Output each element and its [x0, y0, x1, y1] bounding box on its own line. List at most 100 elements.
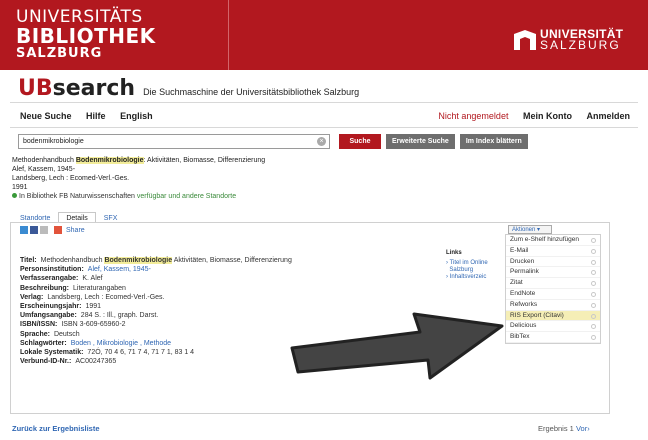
detail-label: Verlag: [20, 293, 44, 301]
nav-my-account[interactable]: Mein Konto [523, 111, 572, 121]
university-logo-line2: SALZBURG [540, 38, 621, 52]
annotation-arrow-icon [290, 312, 504, 380]
record-title-prefix: Methodenhandbuch [12, 157, 74, 164]
record-title-highlight: Bodenmikrobiologie [75, 157, 144, 164]
plus-icon[interactable] [40, 226, 48, 234]
detail-label: Beschreibung: [20, 284, 70, 292]
nav-login[interactable]: Anmelden [586, 111, 630, 121]
brand-tagline: Die Suchmaschine der Universitätsbibliot… [143, 87, 360, 97]
chevron-down-icon: ▾ [537, 227, 541, 233]
detail-value: 72Ó, 70 4 6, 71 7 4, 71 7 1, 83 1 4 [87, 349, 195, 357]
detail-value: ISBN 3-609-65960-2 [61, 321, 126, 329]
actions-menu-item[interactable]: RIS Export (Citavi) [506, 310, 600, 322]
next-result-link[interactable]: Vor› [576, 424, 590, 433]
menu-item-icon [591, 313, 596, 319]
browse-index-button[interactable]: Im Index blättern [459, 134, 528, 149]
navbar-left: Neue Suche Hilfe English [20, 111, 165, 121]
detail-value: 284 S. : Ill., graph. Darst. [80, 312, 159, 320]
actions-menu-item[interactable]: Zum e-Shelf hinzufügen [506, 235, 600, 246]
actions-menu-item-label: E-Mail [510, 246, 529, 254]
detail-row-person: Personsinstitution: Alef, Kassem, 1945- [20, 265, 292, 274]
university-logo[interactable]: UNIVERSITÄT SALZBURG [514, 28, 623, 52]
actions-menu: Zum e-Shelf hinzufügen E-Mail Drucken Perma… [505, 234, 601, 344]
actions-menu-item[interactable]: Delicious [506, 321, 600, 333]
detail-title-prefix: Methodenhandbuch [40, 257, 103, 264]
advanced-search-button[interactable]: Erweiterte Suche [386, 134, 455, 149]
detail-value: Literaturangaben [73, 284, 126, 292]
share-label[interactable]: Share [66, 227, 85, 234]
detail-row-responsibility: Verfasserangabe: K. Alef [20, 274, 292, 283]
link-online-title-label2: Salzburg [449, 267, 474, 273]
login-status: Nicht angemeldet [438, 111, 509, 121]
actions-menu-item[interactable]: Zitat [506, 278, 600, 289]
share-bar: Share [20, 226, 85, 234]
actions-menu-item[interactable]: EndNote [506, 289, 600, 300]
brand-search: search [52, 76, 136, 101]
nav-help[interactable]: Hilfe [86, 111, 106, 121]
links-box: Links › Titel im Online Salzburg › Inhal… [446, 250, 504, 296]
actions-menu-item[interactable]: Refworks [506, 300, 600, 311]
record-authors: Alef, Kassem, 1945- [12, 166, 76, 173]
availability: In Bibliothek FB Naturwissenschaften ver… [12, 192, 265, 201]
detail-value: K. Alef [82, 275, 103, 283]
brand-ub: UB [18, 76, 53, 101]
details-table: Titel: Methodenhandbuch Bodenmikrobiolog… [20, 256, 292, 366]
banner-divider [228, 0, 229, 70]
menu-item-icon [591, 324, 596, 330]
actions-menu-item[interactable]: BibTex [506, 332, 600, 343]
share-icon[interactable] [54, 226, 62, 234]
record-title-suffix: : Aktivitäten, Biomasse, Differenzierung [143, 157, 266, 164]
actions-menu-item-label: RIS Export (Citavi) [510, 311, 564, 319]
facebook-icon[interactable] [30, 226, 38, 234]
library-logo-line3: SALZBURG [16, 46, 103, 61]
record-title[interactable]: Methodenhandbuch Bodenmikrobiologie: Akt… [12, 156, 265, 165]
search-input[interactable]: bodenmikrobiologie × [18, 134, 330, 149]
actions-menu-item-label: Drucken [510, 257, 535, 265]
library-logo-line2: BIBLIOTHEK [16, 24, 156, 48]
detail-label: Erscheinungsjahr: [20, 303, 82, 311]
university-logo-text: UNIVERSITÄT SALZBURG [540, 28, 623, 52]
detail-label: Verbund-ID-Nr.: [20, 358, 72, 366]
main-navbar: Neue Suche Hilfe English Nicht angemelde… [10, 102, 638, 128]
search-query: bodenmikrobiologie [23, 138, 84, 145]
actions-menu-item[interactable]: Permalink [506, 267, 600, 279]
detail-person-link[interactable]: Alef, Kassem, 1945- [88, 265, 151, 274]
actions-menu-item-label: BibTex [510, 333, 530, 341]
link-online-title[interactable]: › Titel im Online Salzburg [446, 260, 504, 274]
twitter-icon[interactable] [20, 226, 28, 234]
nav-new-search[interactable]: Neue Suche [20, 111, 72, 121]
availability-dot-icon [12, 193, 17, 198]
search-row: bodenmikrobiologie × Suche Erweiterte Su… [18, 134, 528, 149]
header-banner: UNIVERSITÄTS BIBLIOTHEK SALZBURG UNIVERS… [0, 0, 648, 70]
link-table-of-contents-label: Inhaltsverzeic [449, 274, 487, 280]
detail-row-classification: Lokale Systematik: 72Ó, 70 4 6, 71 7 4, … [20, 348, 292, 357]
actions-label: Aktionen [512, 227, 536, 233]
detail-keywords-link[interactable]: Boden , Mikrobiologie , Methode [71, 339, 171, 348]
library-logo[interactable]: UNIVERSITÄTS BIBLIOTHEK SALZBURG [16, 8, 156, 61]
link-table-of-contents[interactable]: › Inhaltsverzeic [446, 274, 504, 281]
availability-link[interactable]: verfügbar und andere Standorte [137, 193, 236, 200]
detail-row-union-id: Verbund-ID-Nr.: AC00247365 [20, 357, 292, 366]
actions-menu-item-label: EndNote [510, 289, 536, 297]
menu-item-icon [591, 302, 596, 308]
ubsearch-brand[interactable]: UB search Die Suchmaschine der Universitä… [18, 76, 359, 101]
detail-title-highlight: Bodenmikrobiologie [104, 257, 173, 264]
actions-menu-item-label: Delicious [510, 322, 537, 330]
link-online-title-label: Titel im Online [449, 260, 488, 266]
nav-english[interactable]: English [120, 111, 153, 121]
actions-dropdown-button[interactable]: Aktionen ▾ [508, 225, 552, 234]
search-button[interactable]: Suche [339, 134, 381, 149]
detail-row-title: Titel: Methodenhandbuch Bodenmikrobiolog… [20, 256, 292, 265]
record-publisher: Landsberg, Lech : Ecomed-Verl.-Ges. [12, 175, 130, 182]
menu-item-icon [591, 259, 596, 265]
actions-menu-item-label: Zitat [510, 279, 523, 287]
actions-menu-item[interactable]: Drucken [506, 257, 600, 268]
back-to-results-link[interactable]: Zurück zur Ergebnisliste [12, 424, 100, 433]
menu-item-icon [591, 238, 596, 243]
clear-icon[interactable]: × [317, 137, 326, 146]
detail-label: ISBN/ISSN: [20, 321, 58, 329]
actions-menu-item[interactable]: E-Mail [506, 246, 600, 257]
menu-item-icon [591, 335, 596, 341]
links-heading: Links [446, 250, 462, 256]
detail-value: Deutsch [53, 330, 80, 338]
